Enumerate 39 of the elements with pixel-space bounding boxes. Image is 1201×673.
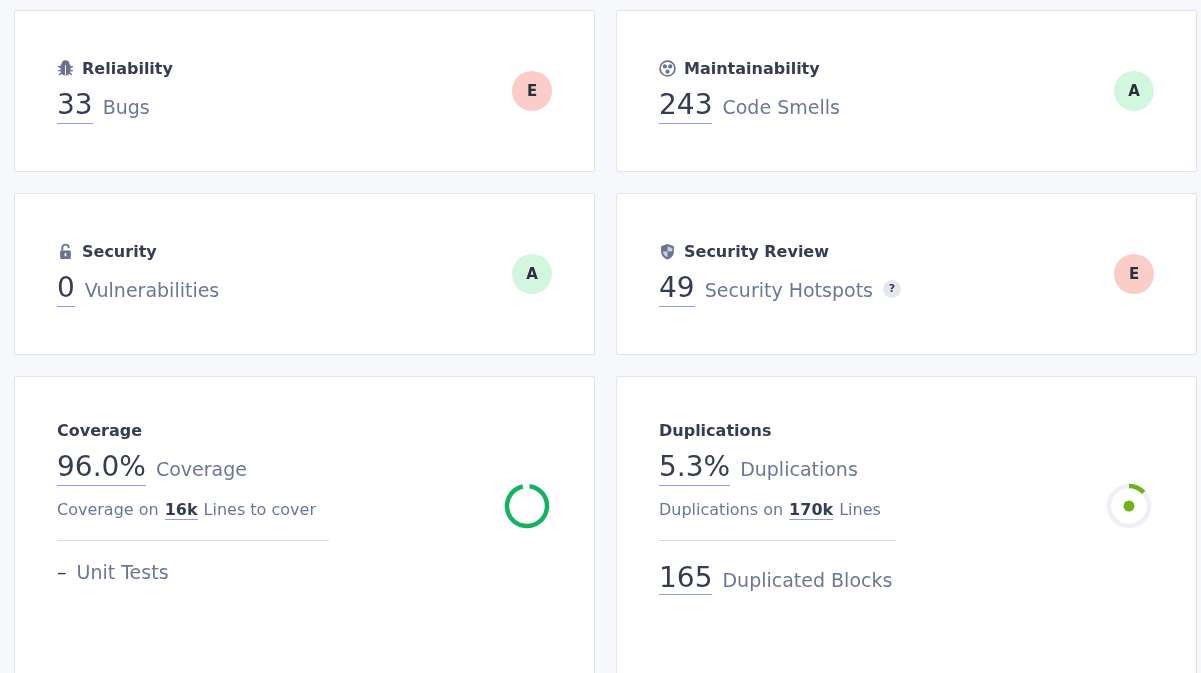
metric-label: Vulnerabilities — [84, 278, 220, 301]
metric-label: Unit Tests — [76, 561, 169, 583]
maintainability-icon — [659, 59, 676, 77]
metric-label: Duplicated Blocks — [722, 569, 893, 591]
metric-value-link[interactable]: 5.3% — [659, 450, 731, 486]
card-title: Reliability — [82, 58, 173, 78]
detail-text: Duplications on — [659, 500, 784, 519]
rating-badge[interactable]: E — [512, 71, 552, 111]
rating-badge[interactable]: A — [1114, 71, 1154, 111]
detail-text: Coverage on — [57, 500, 159, 519]
metric-value-link[interactable]: 243 — [659, 87, 713, 124]
coverage-donut-drawing — [502, 481, 552, 531]
rating-badge[interactable]: E — [1114, 254, 1154, 294]
metric-value: – — [57, 561, 67, 583]
metric-value-link[interactable]: 33 — [57, 87, 93, 124]
metric-value-link[interactable]: 0 — [57, 270, 75, 307]
metric-label: Security Hotspots — [704, 278, 873, 301]
detail-text: Lines to cover — [203, 500, 316, 519]
card-title: Maintainability — [684, 58, 820, 78]
lines-link[interactable]: 16k — [164, 500, 198, 520]
card-title: Security Review — [684, 241, 829, 261]
bug-icon — [57, 59, 74, 77]
card-title: Duplications — [659, 421, 772, 440]
metric-value-link[interactable]: 49 — [659, 270, 695, 307]
duplication-ring-drawing — [1104, 481, 1154, 531]
detail-text: Lines — [839, 500, 881, 519]
card-title: Security — [82, 241, 157, 261]
lock-icon — [57, 242, 74, 260]
card-title: Coverage — [57, 421, 142, 440]
help-icon[interactable]: ? — [883, 279, 901, 298]
metric-label: Coverage — [155, 458, 247, 480]
lines-link[interactable]: 170k — [789, 500, 834, 520]
shield-icon — [659, 242, 676, 260]
metric-label: Duplications — [740, 458, 858, 480]
rating-badge[interactable]: A — [512, 254, 552, 294]
metric-label: Bugs — [102, 95, 150, 118]
metric-value-link[interactable]: 165 — [659, 561, 713, 595]
metric-value-link[interactable]: 96.0% — [57, 450, 146, 486]
metric-label: Code Smells — [722, 95, 840, 118]
